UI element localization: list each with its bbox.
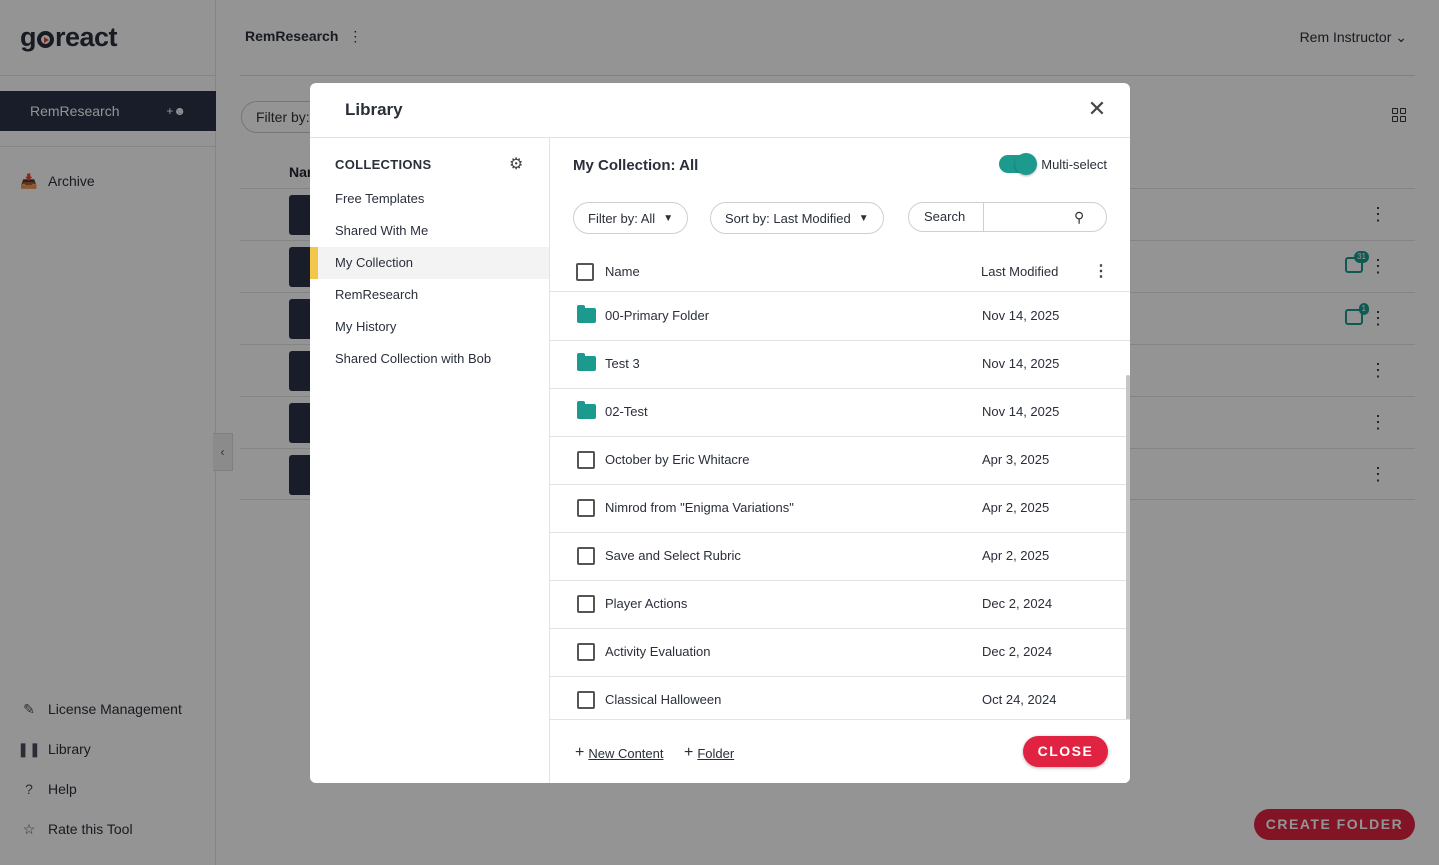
folder-label: Folder xyxy=(697,745,735,761)
collection-content: My Collection: All Multi-select Filter b… xyxy=(550,138,1130,783)
list-item[interactable]: Classical Halloween Oct 24, 2024 xyxy=(550,677,1130,719)
collections-heading: COLLECTIONS xyxy=(335,157,432,172)
collection-remresearch[interactable]: RemResearch xyxy=(310,279,549,311)
chevron-down-icon: ▼ xyxy=(858,212,869,224)
gear-icon[interactable]: ⚙ xyxy=(509,154,523,174)
item-checkbox[interactable] xyxy=(577,691,595,709)
column-header-modified[interactable]: Last Modified xyxy=(981,264,1058,279)
library-modal: Library ✕ COLLECTIONS ⚙ Free Templates S… xyxy=(310,83,1130,783)
multiselect-label: Multi-select xyxy=(1041,156,1107,172)
item-checkbox[interactable] xyxy=(577,451,595,469)
search-icon[interactable]: ⚲ xyxy=(1074,209,1084,226)
collections-panel: COLLECTIONS ⚙ Free Templates Shared With… xyxy=(310,138,550,783)
collection-free-templates[interactable]: Free Templates xyxy=(310,183,549,215)
list-item[interactable]: 00-Primary Folder Nov 14, 2025 xyxy=(550,293,1130,341)
plus-icon: + xyxy=(684,744,694,761)
table-header: Name Last Modified ⋮ xyxy=(550,252,1130,292)
modal-title: Library xyxy=(345,100,403,119)
item-checkbox[interactable] xyxy=(577,499,595,517)
item-modified: Oct 24, 2024 xyxy=(982,692,1057,707)
item-modified: Nov 14, 2025 xyxy=(982,308,1060,323)
collection-my-history[interactable]: My History xyxy=(310,311,549,343)
search-label: Search xyxy=(909,203,984,231)
modal-header: Library ✕ xyxy=(310,83,1130,138)
new-content-link[interactable]: + New Content xyxy=(575,744,664,762)
item-checkbox[interactable] xyxy=(577,547,595,565)
item-name: Activity Evaluation xyxy=(605,644,711,659)
item-name: Test 3 xyxy=(605,356,640,371)
item-modified: Dec 2, 2024 xyxy=(982,596,1053,611)
list-item[interactable]: 02-Test Nov 14, 2025 xyxy=(550,389,1130,437)
select-all-checkbox[interactable] xyxy=(576,263,594,281)
new-folder-link[interactable]: + Folder xyxy=(684,744,734,762)
folder-icon xyxy=(577,305,596,323)
new-content-label: New Content xyxy=(588,745,664,761)
filter-value: Filter by: All xyxy=(588,210,656,226)
multiselect-toggle[interactable] xyxy=(999,153,1038,175)
scrollbar[interactable] xyxy=(1126,375,1130,753)
plus-icon: + xyxy=(575,744,585,761)
item-name: 00-Primary Folder xyxy=(605,308,710,323)
chevron-down-icon: ▼ xyxy=(663,212,674,224)
collection-shared-with-bob[interactable]: Shared Collection with Bob xyxy=(310,343,549,375)
item-checkbox[interactable] xyxy=(577,595,595,613)
close-button[interactable]: CLOSE xyxy=(1023,736,1108,767)
item-modified: Nov 14, 2025 xyxy=(982,356,1060,371)
search-input[interactable] xyxy=(988,204,1068,230)
modal-footer: + New Content + Folder CLOSE xyxy=(550,719,1130,783)
list-item[interactable]: Save and Select Rubric Apr 2, 2025 xyxy=(550,533,1130,581)
collection-my-collection[interactable]: My Collection xyxy=(310,247,549,279)
kebab-menu-icon[interactable]: ⋮ xyxy=(1093,261,1109,281)
search-box: Search ⚲ xyxy=(908,202,1107,232)
item-name: Save and Select Rubric xyxy=(605,548,741,563)
content-title: My Collection: All xyxy=(573,157,699,174)
list-item[interactable]: October by Eric Whitacre Apr 3, 2025 xyxy=(550,437,1130,485)
item-modified: Apr 2, 2025 xyxy=(982,500,1050,515)
item-name: Nimrod from "Enigma Variations" xyxy=(605,500,794,515)
collection-shared-with-me[interactable]: Shared With Me xyxy=(310,215,549,247)
item-modified: Nov 14, 2025 xyxy=(982,404,1060,419)
item-modified: Apr 2, 2025 xyxy=(982,548,1050,563)
item-modified: Dec 2, 2024 xyxy=(982,644,1053,659)
close-icon[interactable]: ✕ xyxy=(1086,98,1108,120)
folder-icon xyxy=(577,401,596,419)
sort-value: Sort by: Last Modified xyxy=(725,210,851,226)
item-modified: Apr 3, 2025 xyxy=(982,452,1050,467)
items-list: 00-Primary Folder Nov 14, 2025 Test 3 No… xyxy=(550,293,1130,719)
item-name: Player Actions xyxy=(605,596,688,611)
list-item[interactable]: Activity Evaluation Dec 2, 2024 xyxy=(550,629,1130,677)
column-header-name[interactable]: Name xyxy=(605,264,640,279)
item-checkbox[interactable] xyxy=(577,643,595,661)
collections-list: Free Templates Shared With Me My Collect… xyxy=(310,183,549,375)
folder-icon xyxy=(577,353,596,371)
item-name: October by Eric Whitacre xyxy=(605,452,750,467)
list-item[interactable]: Test 3 Nov 14, 2025 xyxy=(550,341,1130,389)
sort-dropdown[interactable]: Sort by: Last Modified ▼ xyxy=(710,202,884,234)
list-item[interactable]: Nimrod from "Enigma Variations" Apr 2, 2… xyxy=(550,485,1130,533)
item-name: Classical Halloween xyxy=(605,692,722,707)
item-name: 02-Test xyxy=(605,404,648,419)
list-item[interactable]: Player Actions Dec 2, 2024 xyxy=(550,581,1130,629)
filter-dropdown[interactable]: Filter by: All ▼ xyxy=(573,202,689,234)
multiselect-control: Multi-select xyxy=(999,153,1107,175)
